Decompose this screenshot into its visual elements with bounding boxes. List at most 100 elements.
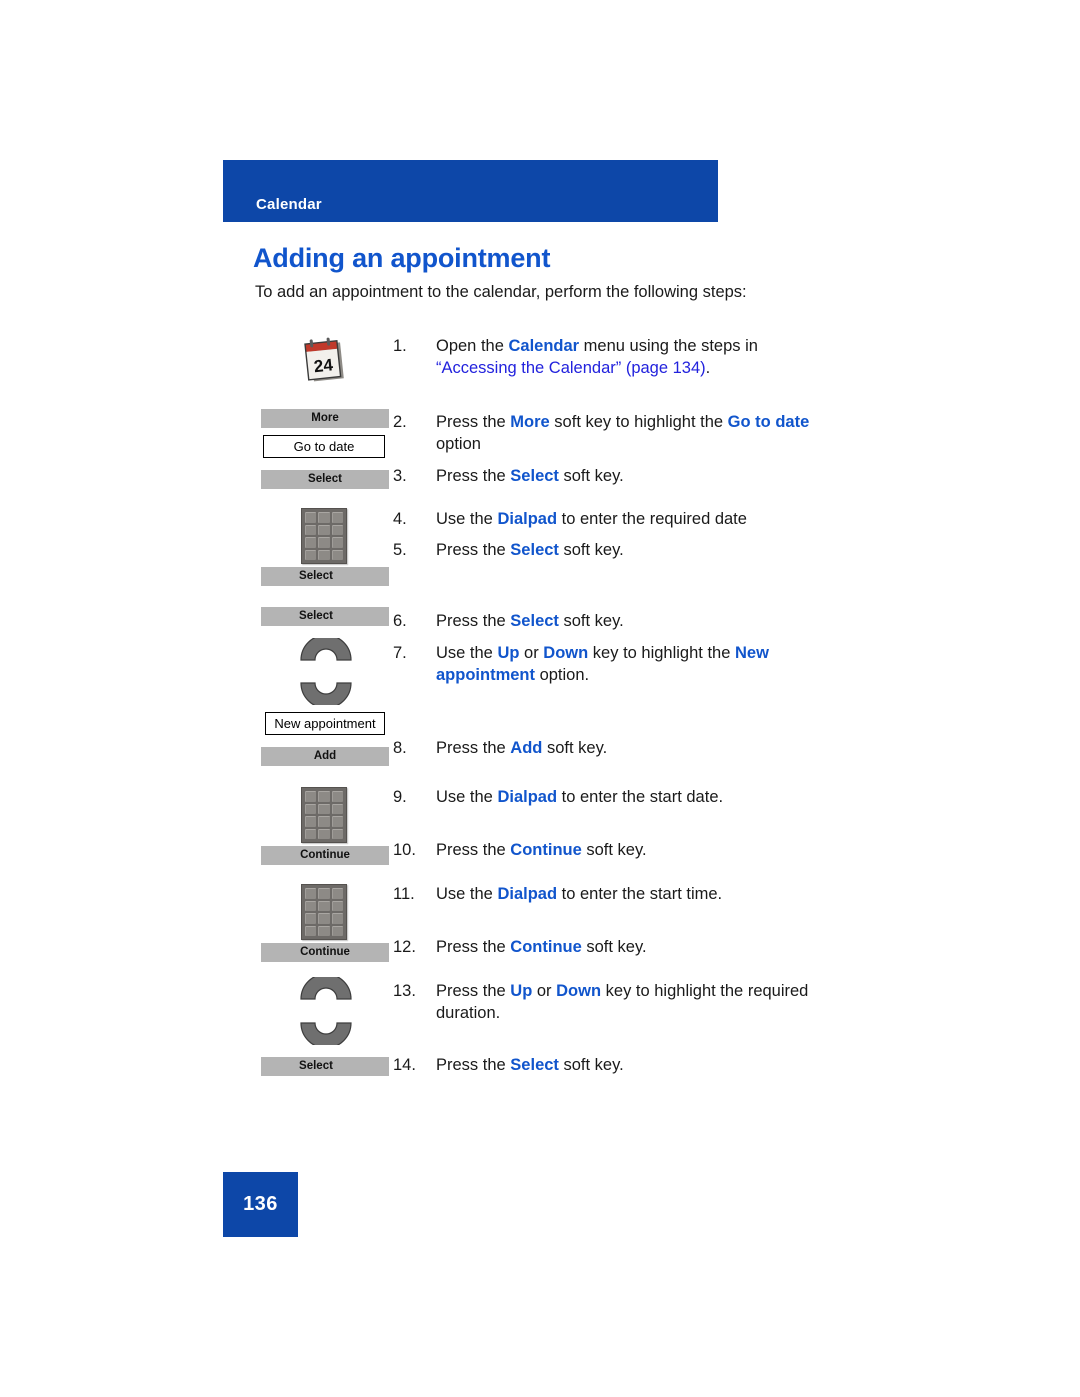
step-number-1: 1. <box>393 337 407 355</box>
step-item-9: 9. Use the Dialpad to enter the start da… <box>393 787 843 809</box>
cross-reference-link[interactable]: “Accessing the Calendar” (page 134) <box>436 359 706 377</box>
softkey-select-step5-label: Select <box>299 570 333 582</box>
step-text-3: Press the Select soft key. <box>436 466 843 488</box>
step-number-7: 7. <box>393 644 407 662</box>
steps-region: 24 More Go to date Select Select Select … <box>0 0 1080 1397</box>
option-go-to-date[interactable]: Go to date <box>263 435 385 458</box>
softkey-select-step14[interactable]: Select <box>261 1057 389 1076</box>
emphasis-term: Add <box>510 739 543 757</box>
emphasis-term: Select <box>510 541 559 559</box>
step-text-4: Use the Dialpad to enter the required da… <box>436 509 843 531</box>
step-text-run: soft key. <box>558 612 624 630</box>
dialpad-icon-step9 <box>301 787 347 843</box>
step-text-run: soft key. <box>542 739 608 757</box>
softkey-select-step5[interactable]: Select <box>261 567 389 586</box>
step-number-10: 10. <box>393 841 416 859</box>
emphasis-term: Dialpad <box>497 510 558 528</box>
emphasis-term: Calendar <box>508 337 580 355</box>
navigation-up-key-icon[interactable] <box>297 638 355 664</box>
step-item-4: 4. Use the Dialpad to enter the required… <box>393 509 843 531</box>
step-text-run: soft key to highlight the <box>549 413 728 431</box>
calendar-icon: 24 <box>304 337 344 382</box>
dialpad-icon-step11 <box>301 884 347 940</box>
emphasis-term: Select <box>510 612 559 630</box>
step-item-2: 2. Press the More soft key to highlight … <box>393 412 843 456</box>
step-number-14: 14. <box>393 1056 416 1074</box>
step-text-run: Use the <box>436 510 498 528</box>
step-item-6: 6. Press the Select soft key. <box>393 611 843 633</box>
emphasis-term: Up <box>510 982 533 1000</box>
step-text-7: Use the Up or Down key to highlight the … <box>436 643 801 687</box>
calendar-icon-day: 24 <box>313 355 334 376</box>
step-text-run: Use the <box>436 885 498 903</box>
step-text-run: Press the <box>436 413 511 431</box>
step-item-13: 13. Press the Up or Down key to highligh… <box>393 981 833 1025</box>
softkey-continue-step10-label: Continue <box>300 849 350 861</box>
step-text-9: Use the Dialpad to enter the start date. <box>436 787 843 809</box>
step-text-run: soft key. <box>558 541 624 559</box>
step-text-13: Press the Up or Down key to highlight th… <box>436 981 833 1025</box>
option-new-appointment-label: New appointment <box>274 716 376 731</box>
step-item-3: 3. Press the Select soft key. <box>393 466 843 488</box>
softkey-continue-step12-label: Continue <box>300 946 350 958</box>
step-text-run: Use the <box>436 644 498 662</box>
step-text-run: . <box>705 358 711 377</box>
step-text-run: Press the <box>436 612 511 630</box>
step-number-12: 12. <box>393 938 416 956</box>
step-text-run: menu using the steps in <box>579 337 758 355</box>
step-number-4: 4. <box>393 510 407 528</box>
emphasis-term: Down <box>556 982 602 1000</box>
step-number-9: 9. <box>393 788 407 806</box>
emphasis-term: Dialpad <box>497 885 558 903</box>
softkey-continue-step12[interactable]: Continue <box>261 943 389 962</box>
step-text-5: Press the Select soft key. <box>436 540 843 562</box>
step-number-8: 8. <box>393 739 407 757</box>
step-text-run: option. <box>535 665 590 684</box>
emphasis-term: Down <box>543 644 589 662</box>
softkey-continue-step10[interactable]: Continue <box>261 846 389 865</box>
step-item-14: 14. Press the Select soft key. <box>393 1055 843 1077</box>
emphasis-term: Continue <box>510 938 582 956</box>
step-text-run: Press the <box>436 841 511 859</box>
step-text-run: to enter the required date <box>557 510 747 528</box>
softkey-select-step14-label: Select <box>299 1060 333 1072</box>
step-item-1: 1. Open the Calendar menu using the step… <box>393 336 843 380</box>
navigation-down-key-icon[interactable] <box>297 679 355 705</box>
navigation-up-key-icon-step13[interactable] <box>297 977 355 1003</box>
step-text-run: or <box>532 982 557 1000</box>
step-text-run: Press the <box>436 541 511 559</box>
emphasis-term: Continue <box>510 841 582 859</box>
step-item-7: 7. Use the Up or Down key to highlight t… <box>393 643 801 687</box>
step-text-run: Press the <box>436 739 511 757</box>
step-text-run: Open the <box>436 337 509 355</box>
step-text-run: to enter the start time. <box>557 885 723 903</box>
step-number-5: 5. <box>393 541 407 559</box>
softkey-add[interactable]: Add <box>261 747 389 766</box>
step-text-14: Press the Select soft key. <box>436 1055 843 1077</box>
step-item-12: 12. Press the Continue soft key. <box>393 937 843 959</box>
step-text-2: Press the More soft key to highlight the… <box>436 412 843 456</box>
step-text-run: option <box>436 434 481 453</box>
softkey-select-step6[interactable]: Select <box>261 607 389 626</box>
softkey-select-step3[interactable]: Select <box>261 470 389 489</box>
step-item-11: 11. Use the Dialpad to enter the start t… <box>393 884 843 906</box>
emphasis-term: Up <box>497 644 520 662</box>
step-text-8: Press the Add soft key. <box>436 738 843 760</box>
step-text-run: Press the <box>436 467 511 485</box>
step-text-run: key to highlight the <box>588 644 735 662</box>
step-number-3: 3. <box>393 467 407 485</box>
step-number-2: 2. <box>393 413 407 431</box>
emphasis-term: Select <box>510 1056 559 1074</box>
option-new-appointment[interactable]: New appointment <box>265 712 385 735</box>
step-text-run: Press the <box>436 1056 511 1074</box>
softkey-add-label: Add <box>313 750 337 762</box>
option-go-to-date-label: Go to date <box>293 439 355 454</box>
step-text-run: soft key. <box>558 1056 624 1074</box>
step-item-8: 8. Press the Add soft key. <box>393 738 843 760</box>
step-text-run: Press the <box>436 982 511 1000</box>
step-text-12: Press the Continue soft key. <box>436 937 843 959</box>
step-item-5: 5. Press the Select soft key. <box>393 540 843 562</box>
softkey-more[interactable]: More <box>261 409 389 428</box>
navigation-down-key-icon-step13[interactable] <box>297 1019 355 1045</box>
step-text-run: soft key. <box>581 938 647 956</box>
